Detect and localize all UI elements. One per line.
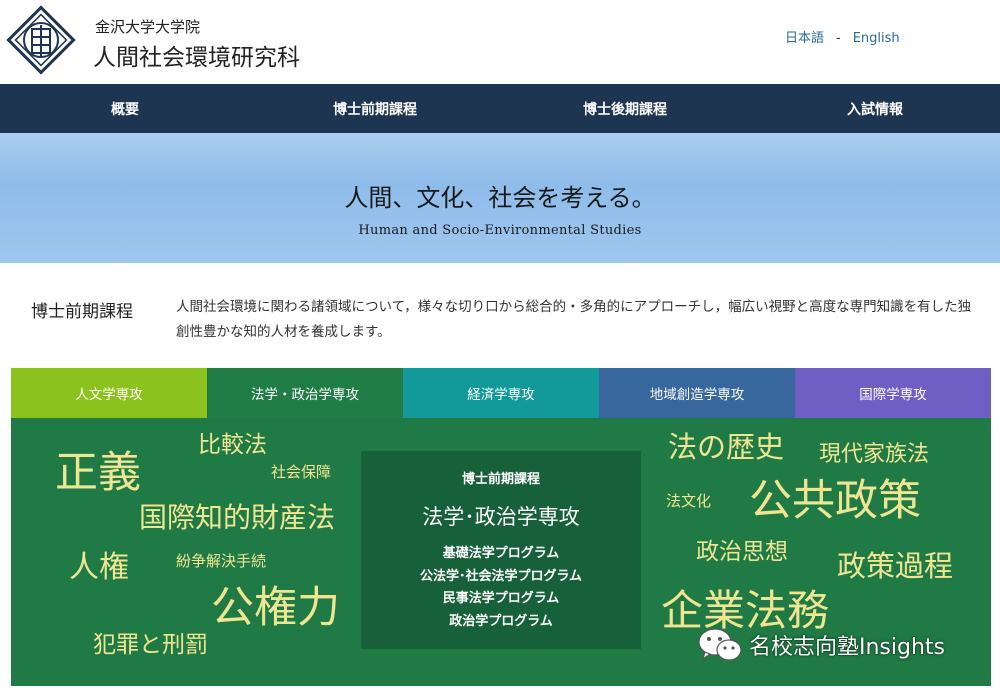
keyword-hikakuho: 比較法 [198, 432, 267, 458]
program-summary-box: 博士前期課程 法学･政治学専攻 基礎法学プログラム 公法学･社会法学プログラム … [361, 451, 641, 649]
keyword-funso-kaiketsu: 紛争解決手続 [176, 552, 267, 570]
wechat-icon [698, 628, 742, 661]
university-name: 金沢大学大学院 [95, 18, 201, 36]
keyword-hanzai-to-keibatsu: 犯罪と刑罰 [93, 632, 208, 658]
hero-subtitle: Human and Socio-Environmental Studies [358, 223, 642, 238]
program-list: 基礎法学プログラム 公法学･社会法学プログラム 民事法学プログラム 政治学プログ… [361, 543, 641, 633]
keyword-gendai-kazokuho: 現代家族法 [819, 442, 930, 467]
keyword-seisaku-katei: 政策過程 [837, 549, 954, 583]
keyword-kokusai-chiteki-zaisanho: 国際知的財産法 [139, 501, 336, 534]
tab-economics[interactable]: 経済学専攻 [403, 368, 599, 418]
keyword-kokyo-seisaku: 公共政策 [749, 476, 921, 526]
keyword-jinken: 人権 [69, 550, 129, 585]
tab-law-politics[interactable]: 法学・政治学専攻 [207, 368, 403, 418]
keyword-seiji-shiso: 政治思想 [696, 539, 788, 565]
program-box-heading: 博士前期課程 [461, 472, 540, 487]
tab-regional-creation[interactable]: 地域創造学専攻 [599, 368, 795, 418]
watermark: 名校志向塾Insights [697, 625, 945, 665]
program-item[interactable]: 政治学プログラム [361, 611, 641, 634]
nav-item-doctoral-course[interactable]: 博士後期課程 [500, 84, 750, 133]
university-emblem-icon[interactable] [6, 5, 76, 75]
program-item[interactable]: 民事法学プログラム [361, 588, 641, 611]
nav-item-overview[interactable]: 概要 [0, 84, 250, 133]
program-item[interactable]: 公法学･社会法学プログラム [361, 566, 641, 589]
site-header: 金沢大学大学院 人間社会環境研究科 日本語 - English [0, 0, 1000, 84]
keyword-hobunka: 法文化 [666, 492, 712, 510]
section-description: 人間社会環境に関わる諸領域について，様々な切り口から総合的・多角的にアプローチし… [176, 299, 972, 340]
lang-japanese-link[interactable]: 日本語 [785, 27, 824, 46]
program-item[interactable]: 基礎法学プログラム [361, 543, 641, 566]
tab-humanities[interactable]: 人文学専攻 [11, 368, 207, 418]
major-tabs: 人文学専攻 法学・政治学専攻 経済学専攻 地域創造学専攻 国際学専攻 [11, 368, 991, 418]
language-switcher: 日本語 - English [785, 27, 900, 46]
lang-english-link[interactable]: English [853, 31, 900, 46]
hero-title: 人間、文化、社会を考える。 [344, 184, 656, 212]
hero-banner: 人間、文化、社会を考える。 Human and Socio-Environmen… [0, 133, 1000, 263]
keyword-kokenryoku: 公権力 [211, 583, 340, 633]
graduate-school-name[interactable]: 人間社会環境研究科 [93, 38, 300, 72]
watermark-text: 名校志向塾Insights [749, 635, 946, 660]
lang-separator: - [836, 31, 841, 46]
program-box-title: 法学･政治学専攻 [422, 505, 580, 529]
keyword-ho-no-rekishi: 法の歴史 [668, 430, 785, 464]
keyword-seigi: 正義 [55, 448, 141, 498]
keyword-shakaihosho: 社会保障 [271, 463, 332, 481]
nav-item-master-course[interactable]: 博士前期課程 [250, 84, 500, 133]
main-nav: 概要 博士前期課程 博士後期課程 入試情報 [0, 84, 1000, 133]
section-title: 博士前期課程 [31, 302, 133, 322]
tab-international-studies[interactable]: 国際学専攻 [795, 368, 991, 418]
nav-item-admissions[interactable]: 入試情報 [750, 84, 1000, 133]
